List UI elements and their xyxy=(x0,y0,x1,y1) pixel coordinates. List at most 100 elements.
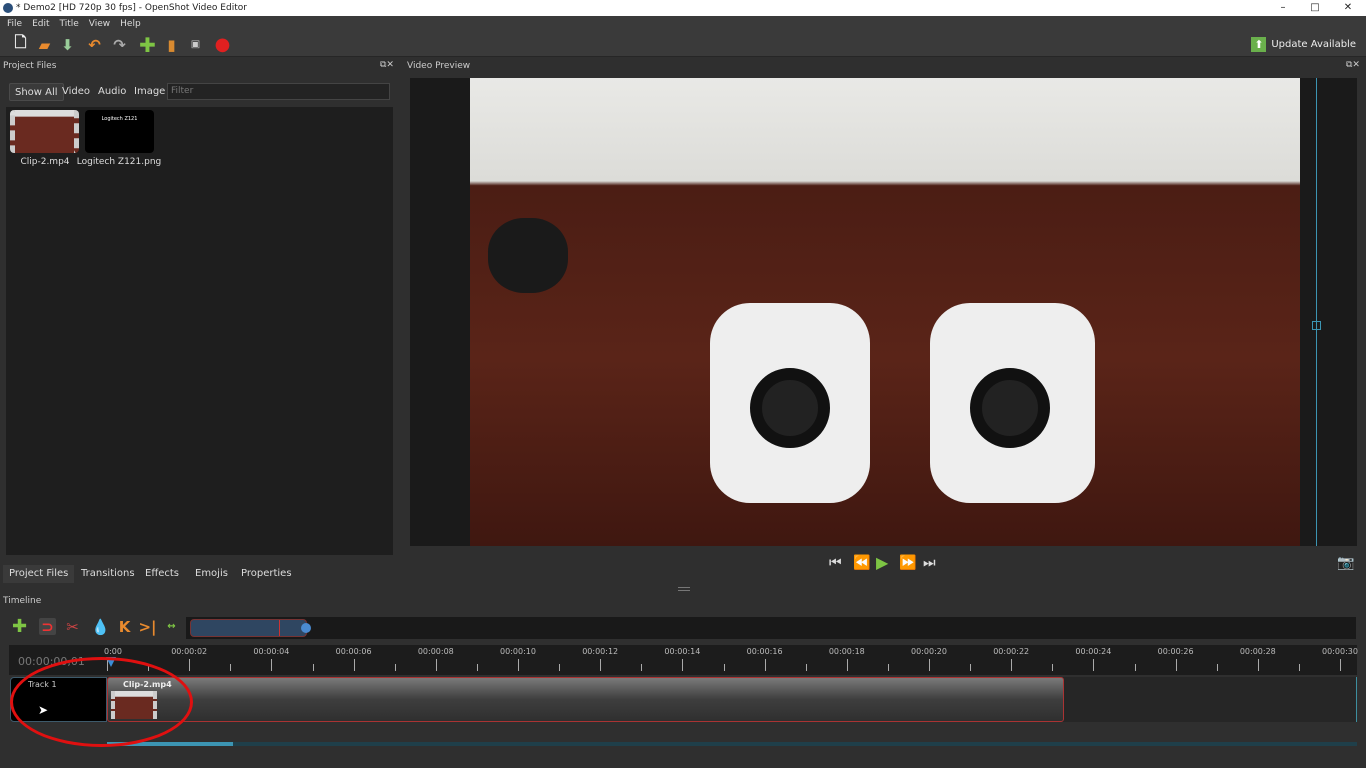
ruler-tick xyxy=(353,659,355,671)
ruler-tick xyxy=(559,664,561,671)
filter-audio[interactable]: Audio xyxy=(93,83,131,101)
redo-icon[interactable]: ↷ xyxy=(111,36,128,54)
menu-bar: File Edit Title View Help xyxy=(0,16,1366,32)
project-files-title: Project Files xyxy=(3,61,57,71)
filter-input[interactable]: Filter xyxy=(167,83,390,100)
file-name[interactable]: Logitech Z121.png xyxy=(74,157,164,167)
ruler-label: 00:00:30 xyxy=(1322,647,1358,656)
ruler-label: 00:00:08 xyxy=(417,647,454,656)
zoom-slider-track[interactable] xyxy=(186,617,1356,639)
ruler-tick xyxy=(1257,659,1259,671)
ruler-label: 00:00:12 xyxy=(582,647,619,656)
ruler-label: 00:00:10 xyxy=(500,647,536,656)
ruler-tick xyxy=(189,659,191,671)
tab-emojis[interactable]: Emojis xyxy=(189,565,234,583)
ruler-tick xyxy=(476,664,478,671)
snapping-magnet-icon[interactable]: ⊃ xyxy=(39,618,56,636)
panel-float-close-icon[interactable]: ⧉✕ xyxy=(1346,60,1360,70)
title-bar: * Demo2 [HD 720p 30 fps] - OpenShot Vide… xyxy=(0,0,1366,16)
ruler-label: 00:00:02 xyxy=(171,647,208,656)
update-label: Update Available xyxy=(1271,39,1356,50)
ruler-tick xyxy=(394,664,396,671)
ruler-tick xyxy=(230,664,232,671)
camera-snapshot-icon[interactable]: 📷 xyxy=(1337,555,1354,571)
save-project-icon[interactable]: ⬇ xyxy=(59,36,76,54)
menu-view[interactable]: View xyxy=(89,19,110,29)
ruler-label: 00:00:06 xyxy=(335,647,372,656)
tab-effects[interactable]: Effects xyxy=(139,565,185,583)
import-files-icon[interactable]: ✚ xyxy=(139,33,156,57)
file-thumbnail-logitech[interactable]: Logitech Z121 xyxy=(85,110,154,153)
ruler-label: 00:00:22 xyxy=(993,647,1030,656)
speaker-cone xyxy=(970,368,1050,448)
ruler-tick xyxy=(970,664,972,671)
update-available-button[interactable]: ⬆ Update Available xyxy=(1251,37,1356,53)
zoom-slider-handle[interactable] xyxy=(190,619,311,637)
ruler-label: 0:00 xyxy=(104,647,122,656)
filter-image[interactable]: Image xyxy=(129,83,170,101)
ruler-tick xyxy=(846,659,848,671)
window-title: * Demo2 [HD 720p 30 fps] - OpenShot Vide… xyxy=(16,3,247,13)
close-button[interactable]: ✕ xyxy=(1333,0,1363,16)
razor-scissors-icon[interactable]: ✂ xyxy=(64,618,81,636)
jump-end-icon[interactable]: ⏭ xyxy=(923,555,936,571)
jump-start-icon[interactable]: ⏮ xyxy=(829,555,842,571)
export-video-icon[interactable]: ● xyxy=(214,34,231,55)
undo-icon[interactable]: ↶ xyxy=(86,36,103,54)
menu-edit[interactable]: Edit xyxy=(32,19,49,29)
play-icon[interactable]: ▶ xyxy=(876,553,888,572)
zoom-playhead xyxy=(279,620,280,636)
panel-float-close-icon[interactable]: ⧉✕ xyxy=(380,60,394,70)
menu-help[interactable]: Help xyxy=(120,19,141,29)
next-marker-icon[interactable]: >| xyxy=(138,618,156,636)
tab-properties[interactable]: Properties xyxy=(235,565,298,583)
filter-video[interactable]: Video xyxy=(57,83,95,101)
ruler-tick xyxy=(435,659,437,671)
fullscreen-icon[interactable]: ▣ xyxy=(187,36,204,53)
annotation-circle xyxy=(10,657,193,747)
timeline-clip[interactable]: Clip-2.mp4 xyxy=(107,677,1064,722)
ruler-tick xyxy=(1340,659,1341,671)
tab-project-files[interactable]: Project Files xyxy=(3,565,75,583)
ruler-tick xyxy=(682,659,684,671)
ruler-tick xyxy=(929,659,930,671)
timeline-ruler[interactable]: 0:00 00:00:02 00:00:04 00:00:06 00:00:08 00:0… xyxy=(9,645,1358,675)
ruler-tick xyxy=(1134,664,1136,671)
ruler-label: 00:00:04 xyxy=(253,647,290,656)
new-project-icon[interactable]: 🗋 xyxy=(12,33,29,53)
splitter-handle[interactable] xyxy=(678,587,690,591)
tab-transitions[interactable]: Transitions xyxy=(75,565,141,583)
minimize-button[interactable]: – xyxy=(1268,0,1298,16)
add-marker-icon[interactable]: 💧 xyxy=(91,618,110,636)
profile-icon[interactable]: ▮ xyxy=(163,36,180,54)
ruler-tick xyxy=(723,664,725,671)
transform-handle[interactable] xyxy=(1312,321,1321,330)
ruler-tick xyxy=(1011,659,1013,671)
maximize-button[interactable]: □ xyxy=(1300,0,1330,16)
ruler-tick xyxy=(1093,659,1095,671)
menu-title[interactable]: Title xyxy=(60,19,79,29)
ruler-tick xyxy=(1052,664,1054,671)
ruler-tick xyxy=(1216,664,1218,671)
previous-marker-icon[interactable]: K xyxy=(116,618,133,636)
rewind-icon[interactable]: ⏪ xyxy=(853,555,870,571)
zoom-end-handle[interactable] xyxy=(301,623,311,633)
ruler-label: 00:00:20 xyxy=(911,647,947,656)
speaker-cone xyxy=(750,368,830,448)
timeline-scrollbar[interactable] xyxy=(107,742,1357,746)
video-preview-title: Video Preview xyxy=(407,61,471,71)
ruler-label: 00:00:26 xyxy=(1157,647,1194,656)
menu-file[interactable]: File xyxy=(7,19,22,29)
timeline-title: Timeline xyxy=(3,596,42,606)
center-playhead-icon[interactable]: ↔ xyxy=(163,618,180,635)
open-project-icon[interactable]: ▰ xyxy=(36,36,53,54)
main-toolbar: 🗋 ▰ ⬇ ↶ ↷ ✚ ▮ ▣ ● ⬆ Update Available xyxy=(0,32,1366,57)
filter-show-all[interactable]: Show All xyxy=(9,83,64,101)
ruler-label: 00:00:16 xyxy=(746,647,783,656)
ruler-label: 00:00:24 xyxy=(1075,647,1112,656)
file-thumbnail-clip-2[interactable] xyxy=(10,110,79,153)
fast-forward-icon[interactable]: ⏩ xyxy=(899,555,916,571)
ruler-tick xyxy=(641,664,643,671)
video-preview[interactable] xyxy=(410,78,1357,546)
add-track-icon[interactable]: ✚ xyxy=(11,616,28,637)
